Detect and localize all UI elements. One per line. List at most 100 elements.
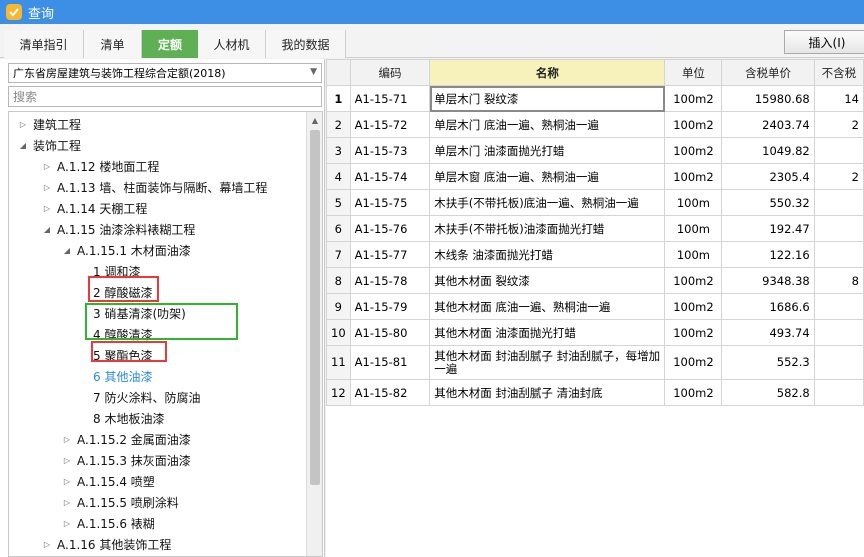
tree-expanded-icon[interactable]: ◢ [61, 246, 73, 255]
cell-price[interactable]: 550.32 [721, 189, 815, 216]
cell-price[interactable]: 2305.4 [721, 163, 815, 190]
cell-unit[interactable]: 100m2 [664, 379, 723, 406]
tree-item[interactable]: ▷ A.1.13 墙、柱面装饰与隔断、幕墙工程 [41, 177, 267, 198]
tree-item[interactable]: ▷ A.1.15.5 喷刷涂料 [61, 492, 179, 513]
cell-unit[interactable]: 100m2 [664, 137, 723, 164]
chevron-down-icon[interactable]: ▼ [310, 67, 317, 77]
row-number[interactable]: 5 [326, 189, 351, 216]
tree-item[interactable]: ▷ A.1.16 其他装饰工程 [41, 534, 171, 555]
table-row[interactable]: 7 A1-15-77 木线条 油漆面抛光打蜡 100m 122.16 [326, 241, 864, 268]
tree-collapsed-icon[interactable]: ▷ [17, 120, 29, 129]
cell-price-excl-tax[interactable]: 8 [813, 267, 864, 294]
cell-unit[interactable]: 100m [664, 189, 723, 216]
table-row[interactable]: 4 A1-15-74 单层木窗 底油一遍、熟桐油一遍 100m2 2305.4 2 [326, 163, 864, 190]
row-number[interactable]: 10 [326, 319, 351, 346]
cell-name[interactable]: 单层木门 裂纹漆 [429, 85, 666, 112]
cell-price[interactable]: 1049.82 [721, 137, 815, 164]
cell-name[interactable]: 其他木材面 封油刮腻子 封油刮腻子，每增加一遍 [429, 345, 666, 380]
cell-unit[interactable]: 100m2 [664, 345, 723, 380]
column-header-name[interactable]: 名称 [429, 59, 666, 86]
tree-collapsed-icon[interactable]: ▷ [41, 540, 53, 549]
cell-code[interactable]: A1-15-76 [349, 215, 431, 242]
tree-item[interactable]: 8 木地板油漆 [93, 408, 164, 429]
cell-code[interactable]: A1-15-77 [349, 241, 431, 268]
cell-unit[interactable]: 100m [664, 241, 723, 268]
cell-name[interactable]: 其他木材面 油漆面抛光打蜡 [429, 319, 666, 346]
tree-collapsed-icon[interactable]: ▷ [61, 477, 73, 486]
table-row[interactable]: 5 A1-15-75 木扶手(不带托板)底油一遍、熟桐油一遍 100m 550.32 [326, 189, 864, 216]
tree-item[interactable]: ◢ 装饰工程 [17, 135, 81, 156]
cell-name[interactable]: 单层木窗 底油一遍、熟桐油一遍 [429, 163, 666, 190]
cell-price-excl-tax[interactable] [813, 137, 864, 164]
row-number[interactable]: 3 [326, 137, 351, 164]
cell-price-excl-tax[interactable] [813, 345, 864, 380]
column-header-code[interactable]: 编码 [349, 59, 431, 86]
cell-unit[interactable]: 100m2 [664, 163, 723, 190]
cell-code[interactable]: A1-15-71 [349, 85, 431, 112]
cell-price[interactable]: 1686.6 [721, 293, 815, 320]
table-row[interactable]: 6 A1-15-76 木扶手(不带托板)油漆面抛光打蜡 100m 192.47 [326, 215, 864, 242]
cell-code[interactable]: A1-15-79 [349, 293, 431, 320]
cell-price[interactable]: 2403.74 [721, 111, 815, 138]
cell-name[interactable]: 木线条 油漆面抛光打蜡 [429, 241, 666, 268]
tree-expanded-icon[interactable]: ◢ [17, 141, 29, 150]
cell-code[interactable]: A1-15-75 [349, 189, 431, 216]
row-number[interactable]: 12 [326, 379, 351, 406]
cell-price[interactable]: 192.47 [721, 215, 815, 242]
cell-name[interactable]: 其他木材面 封油刮腻子 清油封底 [429, 379, 666, 406]
cell-unit[interactable]: 100m [664, 215, 723, 242]
cell-unit[interactable]: 100m2 [664, 111, 723, 138]
tree-item[interactable]: ▷ A.1.15.3 抹灰面油漆 [61, 450, 191, 471]
tab-my-data[interactable]: 我的数据 [266, 30, 346, 58]
row-number[interactable]: 6 [326, 215, 351, 242]
cell-name[interactable]: 其他木材面 底油一遍、熟桐油一遍 [429, 293, 666, 320]
scroll-up-icon[interactable]: ▲ [307, 112, 322, 128]
column-header-price-excl-tax[interactable]: 不含税 [813, 59, 864, 86]
cell-price-excl-tax[interactable] [813, 293, 864, 320]
tree-item[interactable]: ▷ A.1.15.6 裱糊 [61, 513, 155, 534]
tree-collapsed-icon[interactable]: ▷ [41, 183, 53, 192]
search-input[interactable] [8, 86, 322, 107]
cell-price[interactable]: 122.16 [721, 241, 815, 268]
tab-labor-material[interactable]: 人材机 [198, 30, 266, 58]
tab-list-guide[interactable]: 清单指引 [4, 30, 84, 58]
tree-collapsed-icon[interactable]: ▷ [41, 204, 53, 213]
tree-item[interactable]: 7 防火涂料、防腐油 [93, 387, 200, 408]
row-number[interactable]: 2 [326, 111, 351, 138]
tree-item[interactable]: 6 其他油漆 [93, 366, 152, 387]
row-number[interactable]: 8 [326, 267, 351, 294]
cell-code[interactable]: A1-15-81 [349, 345, 431, 380]
table-row[interactable]: 8 A1-15-78 其他木材面 裂纹漆 100m2 9348.38 8 [326, 267, 864, 294]
cell-price[interactable]: 9348.38 [721, 267, 815, 294]
cell-unit[interactable]: 100m2 [664, 319, 723, 346]
cell-unit[interactable]: 100m2 [664, 267, 723, 294]
library-select[interactable]: 广东省房屋建筑与装饰工程综合定额(2018) ▼ [8, 63, 322, 83]
row-number[interactable]: 9 [326, 293, 351, 320]
table-row[interactable]: 11 A1-15-81 其他木材面 封油刮腻子 封油刮腻子，每增加一遍 100m2 55… [326, 345, 864, 380]
table-row[interactable]: 1 A1-15-71 单层木门 裂纹漆 100m2 15980.68 14 [326, 85, 864, 112]
tree-collapsed-icon[interactable]: ▷ [61, 519, 73, 528]
tree-item[interactable]: ▷ A.1.14 天棚工程 [41, 198, 147, 219]
cell-code[interactable]: A1-15-72 [349, 111, 431, 138]
cell-name[interactable]: 木扶手(不带托板)底油一遍、熟桐油一遍 [429, 189, 666, 216]
tab-quota[interactable]: 定额 [142, 30, 198, 58]
cell-code[interactable]: A1-15-78 [349, 267, 431, 294]
cell-price[interactable]: 15980.68 [721, 85, 815, 112]
cell-price[interactable]: 582.8 [721, 379, 815, 406]
insert-button[interactable]: 插入(I) [784, 30, 864, 54]
cell-name[interactable]: 其他木材面 裂纹漆 [429, 267, 666, 294]
scroll-thumb[interactable] [310, 130, 320, 485]
tree-item[interactable]: ◢ A.1.15 油漆涂料裱糊工程 [41, 219, 195, 240]
row-number[interactable]: 7 [326, 241, 351, 268]
column-header-unit[interactable]: 单位 [664, 59, 723, 86]
cell-code[interactable]: A1-15-74 [349, 163, 431, 190]
tree-scrollbar[interactable]: ▲ [306, 112, 322, 556]
table-row[interactable]: 12 A1-15-82 其他木材面 封油刮腻子 清油封底 100m2 582.8 [326, 379, 864, 406]
cell-price-excl-tax[interactable] [813, 319, 864, 346]
cell-price-excl-tax[interactable]: 2 [813, 163, 864, 190]
table-row[interactable]: 10 A1-15-80 其他木材面 油漆面抛光打蜡 100m2 493.74 [326, 319, 864, 346]
tree-item[interactable]: ▷ A.1.15.4 喷塑 [61, 471, 155, 492]
cell-price[interactable]: 493.74 [721, 319, 815, 346]
tree-expanded-icon[interactable]: ◢ [41, 225, 53, 234]
column-header-price[interactable]: 含税单价 [721, 59, 815, 86]
